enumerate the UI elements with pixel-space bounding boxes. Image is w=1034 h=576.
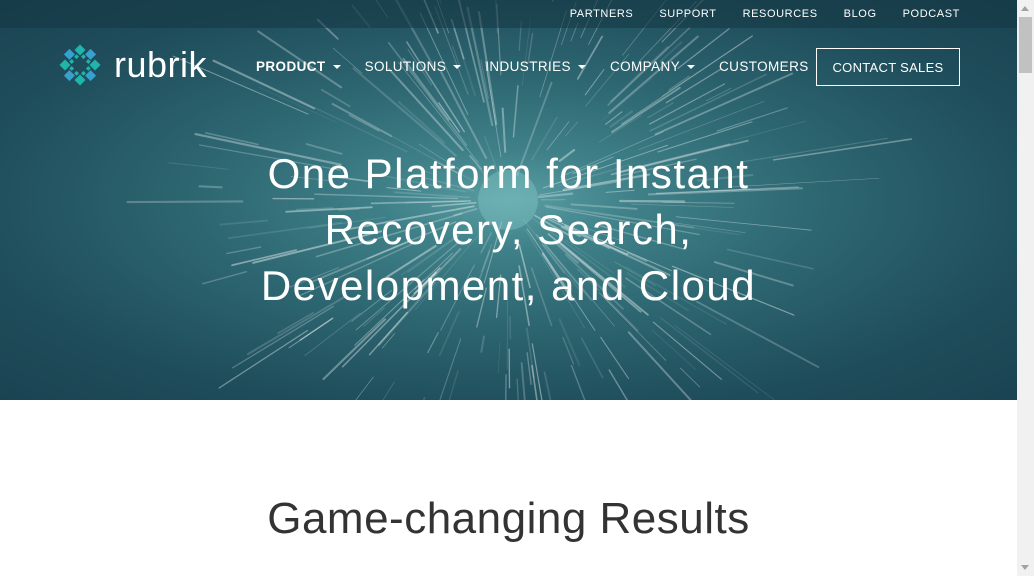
caret-down-icon bbox=[332, 64, 341, 69]
light-ray bbox=[448, 370, 459, 400]
logo-diamond bbox=[85, 48, 97, 60]
vertical-scrollbar[interactable] bbox=[1017, 0, 1034, 576]
light-ray bbox=[382, 381, 395, 400]
light-ray bbox=[497, 342, 501, 374]
logo-diamond bbox=[74, 44, 86, 56]
light-ray bbox=[322, 318, 387, 381]
logo-wordmark: rubrik bbox=[114, 44, 208, 85]
hero-headline-line: One Platform for Instant bbox=[267, 150, 750, 197]
logo-diamond bbox=[63, 70, 75, 82]
light-ray bbox=[621, 96, 662, 125]
nav-item-industries[interactable]: INDUSTRIES bbox=[485, 59, 586, 74]
logo-diamond-small bbox=[69, 59, 75, 64]
caret-down-icon bbox=[453, 64, 462, 69]
light-ray bbox=[516, 378, 519, 400]
light-ray bbox=[716, 107, 788, 132]
light-ray bbox=[348, 114, 380, 132]
light-ray bbox=[660, 317, 759, 394]
contact-sales-button[interactable]: CONTACT SALES bbox=[816, 48, 960, 86]
scroll-down-arrow-icon[interactable] bbox=[1021, 565, 1029, 570]
rubrik-logo-icon bbox=[59, 44, 101, 86]
light-ray bbox=[355, 376, 374, 400]
hero-headline-line: Recovery, Search, bbox=[324, 206, 693, 253]
utility-link-support[interactable]: SUPPORT bbox=[659, 8, 716, 20]
light-ray bbox=[422, 397, 426, 400]
light-ray bbox=[680, 367, 701, 388]
logo-diamond-small bbox=[81, 70, 86, 76]
nav-item-label: CUSTOMERS bbox=[719, 59, 809, 74]
light-ray bbox=[580, 337, 604, 379]
logo-diamond-small bbox=[85, 59, 91, 64]
hero-headline-line: Development, and Cloud bbox=[260, 262, 757, 309]
light-ray bbox=[439, 338, 462, 400]
light-ray bbox=[438, 311, 460, 357]
nav-item-label: INDUSTRIES bbox=[485, 59, 571, 74]
nav-item-product[interactable]: PRODUCT bbox=[256, 59, 341, 74]
utility-link-blog[interactable]: BLOG bbox=[844, 8, 877, 20]
light-ray bbox=[558, 318, 581, 367]
light-ray bbox=[218, 329, 309, 389]
light-ray bbox=[705, 88, 732, 102]
logo-diamond-small bbox=[74, 54, 79, 60]
utility-link-podcast[interactable]: PODCAST bbox=[903, 8, 960, 20]
hero-headline: One Platform for Instant Recovery, Searc… bbox=[200, 146, 817, 314]
light-ray bbox=[320, 88, 351, 108]
caret-down-icon bbox=[577, 64, 586, 69]
logo-diamond bbox=[89, 59, 101, 71]
light-ray bbox=[627, 331, 692, 400]
light-ray bbox=[427, 331, 439, 354]
utility-nav: PARTNERS SUPPORT RESOURCES BLOG PODCAST bbox=[570, 8, 960, 20]
utility-link-resources[interactable]: RESOURCES bbox=[743, 8, 818, 20]
scroll-up-arrow-icon[interactable] bbox=[1021, 6, 1029, 11]
logo-diamond-small bbox=[81, 54, 86, 60]
light-ray bbox=[605, 111, 623, 125]
utility-nav-bar: PARTNERS SUPPORT RESOURCES BLOG PODCAST bbox=[0, 0, 1017, 28]
logo-diamond bbox=[74, 74, 86, 86]
nav-item-label: COMPANY bbox=[609, 59, 681, 74]
light-ray bbox=[531, 365, 538, 400]
logo-diamond-small bbox=[69, 66, 75, 71]
light-ray bbox=[654, 72, 794, 136]
light-ray bbox=[258, 87, 336, 123]
light-ray bbox=[480, 335, 486, 353]
nav-item-label: PRODUCT bbox=[256, 59, 326, 74]
nav-item-customers[interactable]: CUSTOMERS bbox=[719, 59, 809, 74]
nav-item-company[interactable]: COMPANY bbox=[609, 59, 696, 74]
caret-down-icon bbox=[687, 64, 696, 69]
light-ray bbox=[600, 336, 630, 379]
logo-diamond bbox=[59, 59, 71, 71]
light-ray bbox=[608, 35, 699, 114]
logo-diamond bbox=[85, 70, 97, 82]
light-ray bbox=[608, 369, 628, 400]
light-ray bbox=[232, 305, 334, 369]
logo-diamond bbox=[63, 48, 75, 60]
logo-diamond-small bbox=[85, 66, 91, 71]
logo-diamond-small bbox=[74, 70, 79, 76]
site-logo[interactable]: rubrik bbox=[58, 43, 207, 87]
nav-item-solutions[interactable]: SOLUTIONS bbox=[365, 59, 462, 74]
light-ray bbox=[520, 362, 526, 400]
utility-link-partners[interactable]: PARTNERS bbox=[570, 8, 634, 20]
section-title: Game-changing Results bbox=[267, 494, 750, 543]
light-ray bbox=[611, 86, 681, 133]
nav-item-label: SOLUTIONS bbox=[364, 59, 447, 74]
main-nav: PRODUCT SOLUTIONS INDUSTRIES COMPANY CUS… bbox=[256, 59, 833, 74]
light-ray bbox=[512, 85, 519, 138]
scroll-thumb[interactable] bbox=[1019, 17, 1032, 73]
light-ray bbox=[638, 101, 765, 151]
light-ray bbox=[610, 45, 669, 103]
light-ray bbox=[484, 60, 502, 158]
light-ray bbox=[543, 371, 552, 400]
